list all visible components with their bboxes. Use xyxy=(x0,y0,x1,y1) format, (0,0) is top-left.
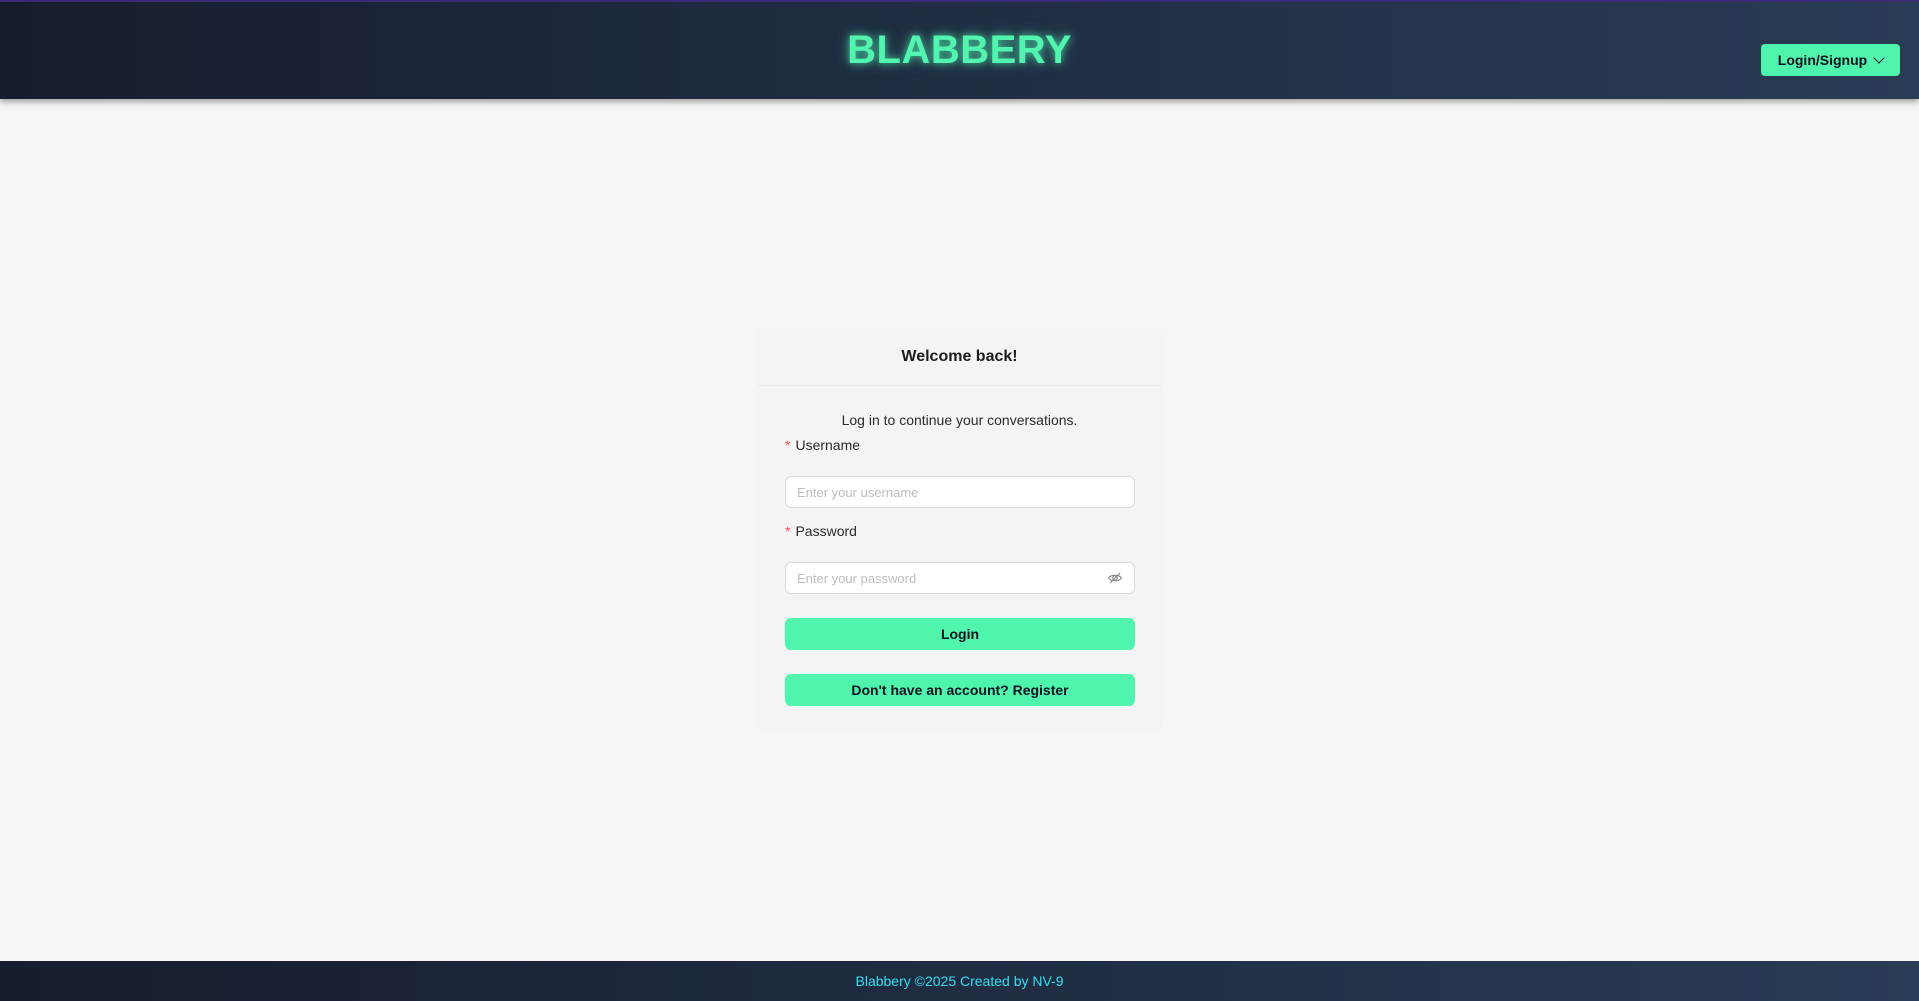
password-label-text: Password xyxy=(795,523,857,539)
username-field-wrapper xyxy=(785,476,1135,508)
username-input[interactable] xyxy=(797,484,1123,500)
register-button[interactable]: Don't have an account? Register xyxy=(785,674,1135,706)
login-card-title: Welcome back! xyxy=(758,329,1161,386)
app-header: BLABBERY Login/Signup xyxy=(0,0,1919,99)
app-footer: Blabbery ©2025 Created by NV-9 xyxy=(0,961,1919,1001)
chevron-down-icon xyxy=(1873,52,1885,64)
username-label: * Username xyxy=(785,437,860,453)
required-mark: * xyxy=(785,437,791,453)
brand-logo-text: BLABBERY xyxy=(847,28,1072,72)
login-subtitle: Log in to continue your conversations. xyxy=(841,412,1078,428)
login-signup-label: Login/Signup xyxy=(1777,52,1868,68)
password-label: * Password xyxy=(785,523,857,539)
password-field-wrapper xyxy=(785,562,1135,594)
login-card: Welcome back! Log in to continue your co… xyxy=(758,329,1161,730)
password-input[interactable] xyxy=(797,570,1107,586)
login-button[interactable]: Login xyxy=(785,618,1135,650)
login-signup-dropdown[interactable]: Login/Signup xyxy=(1761,44,1900,76)
required-mark: * xyxy=(785,523,791,539)
footer-text: Blabbery ©2025 Created by NV-9 xyxy=(855,973,1064,989)
eye-invisible-icon[interactable] xyxy=(1107,570,1123,586)
username-label-text: Username xyxy=(795,437,861,453)
